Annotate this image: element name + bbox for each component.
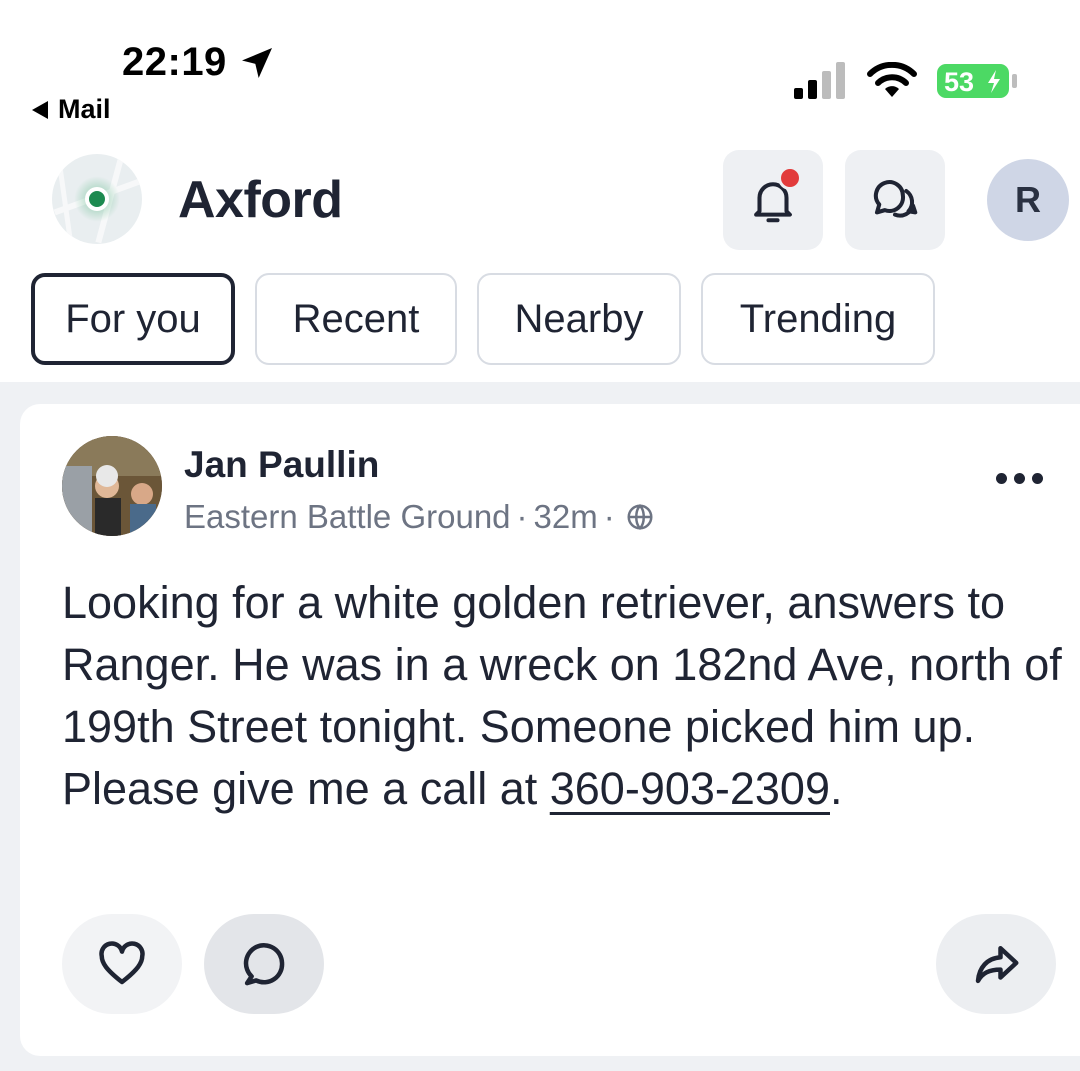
- post-meta: Eastern Battle Ground · 32m ·: [184, 498, 655, 536]
- chat-bubbles-icon: [873, 180, 918, 218]
- author-avatar[interactable]: [62, 436, 162, 536]
- meta-separator: ·: [516, 498, 528, 535]
- battery-level: 53: [944, 67, 974, 97]
- profile-initial: R: [1015, 179, 1041, 220]
- cellular-signal-icon: [794, 62, 845, 99]
- heart-icon: [99, 941, 145, 985]
- post-text-end: .: [830, 763, 843, 814]
- status-time: 22:19: [122, 40, 277, 85]
- back-to-mail-link[interactable]: Mail: [32, 94, 111, 125]
- phone-link[interactable]: 360-903-2309: [550, 763, 830, 814]
- author-photo: [62, 436, 162, 536]
- meta-separator: ·: [603, 498, 615, 535]
- post-location[interactable]: Eastern Battle Ground: [184, 498, 511, 536]
- feed-tabs: For you Recent Nearby Trending: [31, 273, 935, 365]
- notification-badge: [778, 166, 802, 190]
- tab-trending[interactable]: Trending: [701, 273, 935, 365]
- notifications-button[interactable]: [723, 150, 823, 250]
- like-button[interactable]: [62, 914, 182, 1014]
- tab-recent[interactable]: Recent: [255, 273, 457, 365]
- messages-button[interactable]: [845, 150, 945, 250]
- profile-avatar-button[interactable]: R: [987, 159, 1069, 241]
- back-arrow-icon: [32, 100, 48, 119]
- time-text: 22:19: [122, 40, 227, 84]
- location-arrow-icon: [241, 47, 272, 78]
- post-body: Looking for a white golden retriever, an…: [62, 572, 1072, 820]
- back-mail-label: Mail: [58, 94, 111, 124]
- wifi-icon: [867, 62, 917, 97]
- comment-button[interactable]: [204, 914, 324, 1014]
- tab-nearby[interactable]: Nearby: [477, 273, 681, 365]
- battery-icon: 53: [937, 64, 1017, 98]
- share-icon: [975, 946, 1019, 984]
- tab-for-you[interactable]: For you: [31, 273, 235, 365]
- location-dot-icon: [85, 187, 109, 211]
- neighborhood-avatar[interactable]: [52, 154, 142, 244]
- post-time: 32m: [533, 498, 598, 535]
- more-dots-icon[interactable]: [996, 468, 1046, 488]
- neighborhood-title[interactable]: Axford: [178, 170, 343, 230]
- globe-icon: [627, 503, 653, 531]
- comment-icon: [243, 943, 285, 986]
- share-button[interactable]: [936, 914, 1056, 1014]
- post-author-name[interactable]: Jan Paullin: [184, 444, 379, 486]
